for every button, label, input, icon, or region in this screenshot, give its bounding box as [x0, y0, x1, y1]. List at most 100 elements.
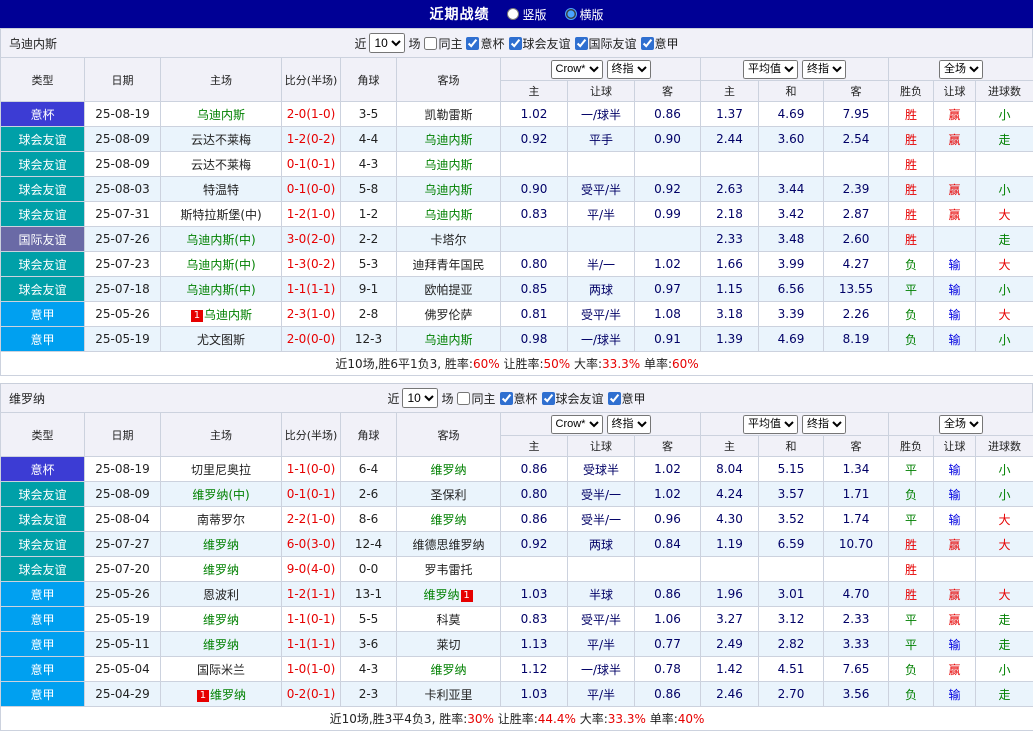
team-text: 乌迪内斯(中)	[186, 283, 255, 297]
odds-cell: 0.92	[635, 177, 701, 202]
scope-select[interactable]: 全场	[939, 60, 983, 79]
col-type: 类型	[1, 58, 85, 102]
team-text: 乌迪内斯	[424, 183, 472, 197]
avg-source-select[interactable]: 平均值	[743, 415, 798, 434]
layout-horizontal-radio[interactable]	[565, 8, 577, 20]
games-label: 场	[441, 390, 453, 407]
goals-cell: 大	[976, 302, 1033, 327]
layout-vertical-option[interactable]: 竖版	[507, 6, 546, 23]
filter-checkbox[interactable]	[424, 37, 437, 50]
table-row: 意甲25-05-11维罗纳1-1(1-1)3-6莱切1.13平/半0.772.4…	[1, 632, 1033, 657]
avg-odds-cell: 3.18	[701, 302, 759, 327]
score-cell: 6-0(3-0)	[282, 532, 341, 557]
avg-odds-cell: 2.49	[701, 632, 759, 657]
table-row: 意杯25-08-19乌迪内斯2-0(1-0)3-5凯勒雷斯1.02一/球半0.8…	[1, 102, 1033, 127]
team-text: 乌迪内斯	[424, 133, 472, 147]
games-count-select[interactable]: 10	[369, 33, 405, 53]
odds-cell: 受球半	[568, 457, 635, 482]
section-header: 维罗纳 近10场同主意杯球会友谊意甲	[0, 383, 1033, 412]
team-section: 乌迪内斯 近10场同主意杯球会友谊国际友谊意甲 类型 日期 主场 比分(半场) …	[0, 28, 1033, 376]
handicap-result-cell: 赢	[934, 102, 976, 127]
result-cell: 平	[889, 632, 934, 657]
result-cell: 负	[889, 482, 934, 507]
table-row: 意甲25-05-261乌迪内斯2-3(1-0)2-8佛罗伦萨0.81受平/半1.…	[1, 302, 1033, 327]
avg-source-select[interactable]: 平均值	[743, 60, 798, 79]
date-cell: 25-08-09	[85, 152, 161, 177]
games-count-select[interactable]: 10	[402, 388, 438, 408]
filter-option[interactable]: 意甲	[640, 35, 679, 52]
filter-label: 意甲	[622, 390, 646, 407]
team-text: 卡利亚里	[424, 688, 472, 702]
col-result: 胜负	[889, 436, 934, 457]
result-cell: 胜	[889, 532, 934, 557]
filter-option[interactable]: 球会友谊	[508, 35, 571, 52]
odds-cell: 1.12	[501, 657, 568, 682]
filter-option[interactable]: 国际友谊	[574, 35, 637, 52]
home-team: 维罗纳(中)	[161, 482, 282, 507]
filter-option[interactable]: 意杯	[465, 35, 504, 52]
filter-checkbox[interactable]	[641, 37, 654, 50]
filter-checkbox[interactable]	[608, 392, 621, 405]
avg-odds-cell: 3.56	[824, 682, 889, 707]
summary-part: 让胜率:	[500, 357, 544, 371]
filter-checkbox[interactable]	[466, 37, 479, 50]
odds-cell: 一/球半	[568, 657, 635, 682]
avg-odds-cell: 4.69	[759, 327, 824, 352]
result-cell: 胜	[889, 202, 934, 227]
filter-checkbox[interactable]	[500, 392, 513, 405]
type-badge: 意甲	[1, 327, 85, 352]
odds-cell: 半球	[568, 582, 635, 607]
filter-checkbox[interactable]	[542, 392, 555, 405]
filter-checkbox[interactable]	[509, 37, 522, 50]
odds-final-select[interactable]: 终指	[607, 415, 651, 434]
avg-odds-cell: 3.44	[759, 177, 824, 202]
layout-horizontal-option[interactable]: 横版	[565, 6, 604, 23]
avg-odds-cell: 8.19	[824, 327, 889, 352]
avg-odds-cell: 3.60	[759, 127, 824, 152]
filter-checkbox[interactable]	[575, 37, 588, 50]
home-team: 特温特	[161, 177, 282, 202]
filter-label: 同主	[438, 35, 462, 52]
team-text: 云达不莱梅	[191, 133, 251, 147]
filter-label: 意甲	[655, 35, 679, 52]
table-row: 球会友谊25-08-09云达不莱梅1-2(0-2)4-4乌迪内斯0.92平手0.…	[1, 127, 1033, 152]
filter-option[interactable]: 同主	[456, 390, 495, 407]
team-name: 乌迪内斯	[9, 35, 57, 52]
layout-vertical-radio[interactable]	[507, 8, 519, 20]
filter-option[interactable]: 球会友谊	[541, 390, 604, 407]
filter-option[interactable]: 意甲	[607, 390, 646, 407]
avg-final-select[interactable]: 终指	[802, 60, 846, 79]
team-text: 佛罗伦萨	[424, 308, 472, 322]
avg-odds-cell: 1.74	[824, 507, 889, 532]
odds-final-select[interactable]: 终指	[607, 60, 651, 79]
odds-cell: 1.03	[501, 682, 568, 707]
handicap-result-cell: 输	[934, 632, 976, 657]
team-text: 维罗纳(中)	[192, 488, 249, 502]
odds-cell: 两球	[568, 532, 635, 557]
result-cell: 平	[889, 607, 934, 632]
avg-odds-cell: 1.66	[701, 252, 759, 277]
filter-checkbox[interactable]	[457, 392, 470, 405]
avg-odds-cell: 3.42	[759, 202, 824, 227]
type-badge: 意甲	[1, 302, 85, 327]
col-date: 日期	[85, 413, 161, 457]
filter-option[interactable]: 同主	[423, 35, 462, 52]
type-badge: 意甲	[1, 582, 85, 607]
red-card-badge: 1	[197, 690, 209, 702]
filter-controls: 近10场同主意杯球会友谊意甲	[387, 388, 645, 408]
odds-cell: 平/半	[568, 202, 635, 227]
odds-source-select[interactable]: Crow*	[551, 60, 603, 79]
scope-select[interactable]: 全场	[939, 415, 983, 434]
score-cell: 9-0(4-0)	[282, 557, 341, 582]
handicap-result-cell: 赢	[934, 607, 976, 632]
odds-cell: 1.13	[501, 632, 568, 657]
home-team: 维罗纳	[161, 532, 282, 557]
filter-option[interactable]: 意杯	[499, 390, 538, 407]
corner-cell: 9-1	[341, 277, 397, 302]
avg-final-select[interactable]: 终指	[802, 415, 846, 434]
avg-odds-cell: 3.12	[759, 607, 824, 632]
avg-odds-cell: 2.87	[824, 202, 889, 227]
odds-source-select[interactable]: Crow*	[551, 415, 603, 434]
odds-cell: 0.86	[635, 682, 701, 707]
team-text: 乌迪内斯	[204, 308, 252, 322]
